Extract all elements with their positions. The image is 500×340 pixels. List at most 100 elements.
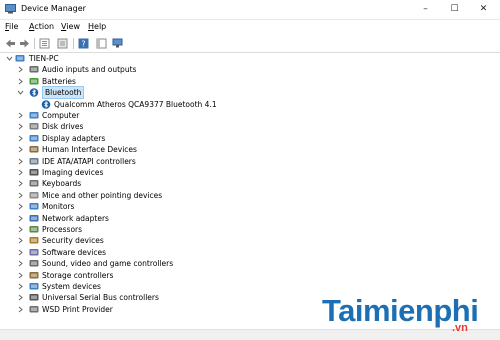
chevron-right-icon[interactable] xyxy=(17,76,24,87)
tree-item[interactable]: Storage controllers xyxy=(0,270,500,281)
close-button[interactable]: ✕ xyxy=(470,0,497,19)
tree-item-label: Security devices xyxy=(42,236,104,246)
tree-item-label: Universal Serial Bus controllers xyxy=(42,293,159,303)
tree-item-label: Mice and other pointing devices xyxy=(42,190,163,200)
display-icon xyxy=(29,134,39,143)
tree-item[interactable]: Disk drives xyxy=(0,121,500,132)
menu-bar: File Action View Help xyxy=(0,20,500,34)
tree-item-label: Computer xyxy=(42,111,80,120)
tree-item[interactable]: Network adapters xyxy=(0,213,500,224)
menu-view[interactable]: View xyxy=(61,22,80,31)
chevron-right-icon[interactable] xyxy=(17,281,24,292)
tree-item-label: Audio inputs and outputs xyxy=(42,65,137,75)
menu-help[interactable]: Help xyxy=(88,22,106,31)
tree-item[interactable]: Processors xyxy=(0,224,500,235)
chevron-right-icon[interactable] xyxy=(17,247,24,258)
tree-item[interactable]: Bluetooth xyxy=(0,86,500,100)
tree-item[interactable]: Sound, video and game controllers xyxy=(0,258,500,269)
back-icon[interactable] xyxy=(5,38,16,49)
chevron-right-icon[interactable] xyxy=(17,304,24,315)
tree-item-label: Storage controllers xyxy=(42,270,114,280)
hid-icon xyxy=(29,145,39,154)
chevron-down-icon[interactable] xyxy=(6,53,13,64)
toolbar-separator xyxy=(34,38,35,49)
usb-icon xyxy=(29,293,39,302)
toolbar: ? xyxy=(0,35,500,53)
chevron-right-icon[interactable] xyxy=(17,144,24,155)
battery-icon xyxy=(29,77,39,86)
ide-icon xyxy=(29,157,39,166)
tree-item[interactable]: Imaging devices xyxy=(0,167,500,178)
tree-item-label: Software devices xyxy=(42,247,106,257)
title-bar: Device Manager – ☐ ✕ xyxy=(0,0,500,20)
tree-item[interactable]: Keyboards xyxy=(0,178,500,189)
chevron-right-icon[interactable] xyxy=(17,190,24,201)
monitor-icon xyxy=(29,202,39,211)
keyboard-icon xyxy=(29,179,39,188)
help-icon[interactable]: ? xyxy=(78,38,89,49)
mouse-icon xyxy=(29,191,39,200)
computer-icon xyxy=(29,111,39,120)
tree-item-label: Keyboards xyxy=(42,179,82,189)
svg-text:?: ? xyxy=(81,40,85,49)
tree-item-label: Network adapters xyxy=(42,213,109,223)
horizontal-scrollbar[interactable] xyxy=(0,329,500,340)
chevron-right-icon[interactable] xyxy=(17,235,24,246)
chevron-right-icon[interactable] xyxy=(17,201,24,212)
show-hide-console-icon[interactable] xyxy=(96,38,107,49)
chevron-right-icon[interactable] xyxy=(17,270,24,281)
properties-icon[interactable] xyxy=(39,38,50,49)
chevron-right-icon[interactable] xyxy=(17,64,24,75)
chevron-right-icon[interactable] xyxy=(17,156,24,167)
tree-item[interactable]: Human Interface Devices xyxy=(0,144,500,155)
tree-item[interactable]: System devices xyxy=(0,281,500,292)
chevron-right-icon[interactable] xyxy=(17,167,24,178)
tree-item-label: Qualcomm Atheros QCA9377 Bluetooth 4.1 xyxy=(54,99,217,109)
chevron-right-icon[interactable] xyxy=(17,224,24,235)
tree-item-label: WSD Print Provider xyxy=(42,304,113,314)
disk-icon xyxy=(29,122,39,131)
speaker-icon xyxy=(29,65,39,74)
bluetooth-icon xyxy=(29,88,39,97)
menu-file[interactable]: File xyxy=(5,22,18,31)
tree-item[interactable]: IDE ATA/ATAPI controllers xyxy=(0,156,500,167)
software-icon xyxy=(29,248,39,257)
chevron-right-icon[interactable] xyxy=(17,110,24,121)
processor-icon xyxy=(29,225,39,234)
show-hide-icon[interactable] xyxy=(57,38,68,49)
tree-item[interactable]: Computer xyxy=(0,110,500,121)
tree-item-label: Sound, video and game controllers xyxy=(42,259,174,269)
chevron-right-icon[interactable] xyxy=(17,213,24,224)
tree-item-label: Imaging devices xyxy=(42,168,104,177)
chevron-right-icon[interactable] xyxy=(17,258,24,269)
minimize-button[interactable]: – xyxy=(412,0,439,19)
pc-icon xyxy=(15,54,25,63)
tree-item[interactable]: Batteries xyxy=(0,76,500,87)
chevron-right-icon[interactable] xyxy=(17,133,24,144)
menu-action[interactable]: Action xyxy=(29,22,54,31)
scan-hardware-icon[interactable] xyxy=(112,38,123,49)
tree-item[interactable]: Monitors xyxy=(0,201,500,212)
tree-item[interactable]: Display adapters xyxy=(0,133,500,144)
window-title: Device Manager xyxy=(21,4,86,13)
tree-item[interactable]: Software devices xyxy=(0,247,500,258)
chevron-right-icon[interactable] xyxy=(17,121,24,132)
system-icon xyxy=(29,282,39,291)
tree-item[interactable]: Security devices xyxy=(0,235,500,246)
tree-item-label: IDE ATA/ATAPI controllers xyxy=(42,156,136,166)
camera-icon xyxy=(29,168,39,177)
chevron-down-icon[interactable] xyxy=(17,87,24,98)
chevron-right-icon[interactable] xyxy=(17,178,24,189)
tree-child-item[interactable]: Qualcomm Atheros QCA9377 Bluetooth 4.1 xyxy=(0,99,500,110)
tree-root[interactable]: TIEN-PC xyxy=(0,53,500,64)
device-tree: TIEN-PC Audio inputs and outputs Batteries… xyxy=(0,53,500,329)
watermark-domain: .vn xyxy=(452,322,468,334)
forward-icon[interactable] xyxy=(19,38,30,49)
tree-item-label: Disk drives xyxy=(42,122,84,132)
sound-icon xyxy=(29,259,39,268)
tree-item[interactable]: Mice and other pointing devices xyxy=(0,190,500,201)
network-icon xyxy=(29,214,39,223)
tree-item[interactable]: Audio inputs and outputs xyxy=(0,64,500,75)
maximize-button[interactable]: ☐ xyxy=(441,0,468,19)
chevron-right-icon[interactable] xyxy=(17,292,24,303)
